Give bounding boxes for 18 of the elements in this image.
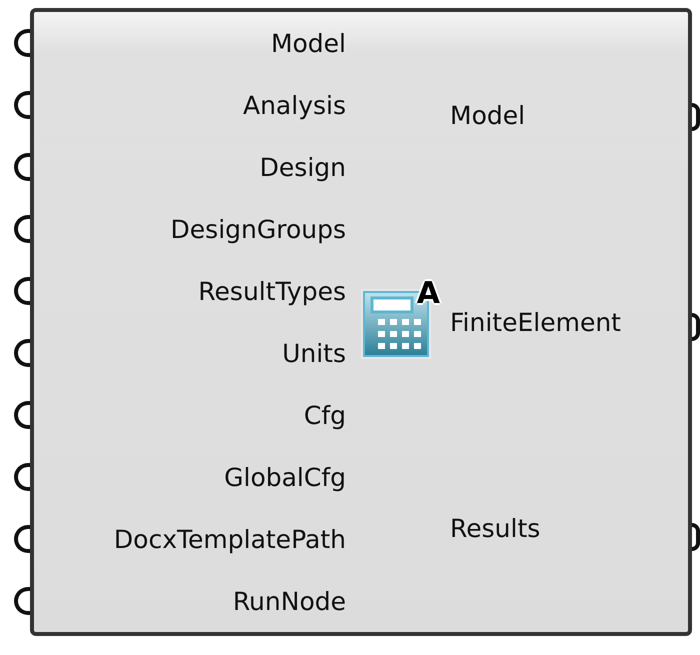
- output-label: FiniteElement: [450, 308, 621, 336]
- component-body[interactable]: Model Analysis Design DesignGroups ResultTypes Units Cfg GlobalCfg DocxTemplatePath RunNode A Model FiniteElement Results: [30, 8, 692, 636]
- input-label: Model: [270, 28, 346, 58]
- output-port[interactable]: [692, 523, 700, 551]
- output-port[interactable]: [692, 103, 700, 131]
- input-label: Units: [282, 338, 346, 368]
- input-label: DocxTemplatePath: [114, 524, 346, 554]
- input-label: Analysis: [242, 90, 346, 120]
- input-label: ResultTypes: [198, 276, 346, 306]
- input-label: GlobalCfg: [224, 462, 346, 492]
- input-label: Design: [260, 152, 346, 182]
- icon-letter: A: [416, 278, 440, 310]
- output-label: Model: [450, 100, 526, 130]
- output-port[interactable]: [692, 313, 700, 341]
- input-label: DesignGroups: [170, 214, 346, 244]
- output-label: Results: [450, 514, 540, 544]
- input-label: Cfg: [304, 400, 346, 430]
- input-label: RunNode: [232, 586, 346, 616]
